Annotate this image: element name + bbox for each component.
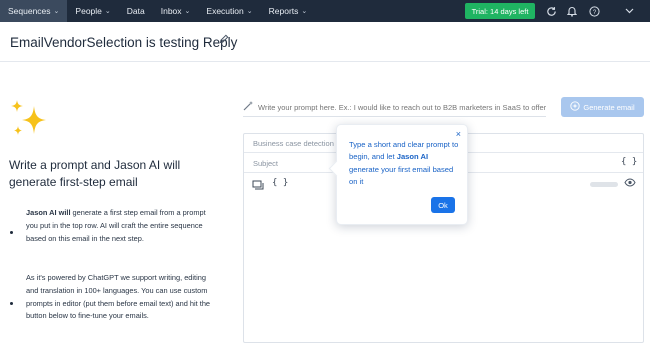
pencil-edit-icon[interactable] <box>219 34 229 47</box>
nav-inbox-label: Inbox <box>160 6 182 16</box>
trial-badge-button[interactable]: Trial: 14 days left <box>465 3 535 19</box>
eye-icon[interactable] <box>624 178 636 190</box>
nav-execution[interactable]: Execution ⌄ <box>198 0 260 22</box>
template-icon[interactable] <box>252 178 264 196</box>
bullet-dot <box>10 302 13 305</box>
nav-inbox[interactable]: Inbox ⌄ <box>153 0 199 22</box>
nav-sequences-label: Sequences <box>8 6 51 16</box>
bell-icon[interactable] <box>564 3 580 19</box>
chevron-down-icon: ⌄ <box>184 8 191 15</box>
ok-button[interactable]: Ok <box>431 197 455 213</box>
refresh-icon[interactable] <box>543 3 559 19</box>
tooltip-text: Type a short and clear prompt to begin, … <box>349 139 459 189</box>
promo-paragraph-2: As it's powered by ChatGPT we support wr… <box>26 273 211 321</box>
generate-email-label: Generate email <box>583 102 635 112</box>
promo-para1-bold: Jason AI will <box>26 208 71 217</box>
nav-people-label: People <box>75 6 102 16</box>
body-variables-icon[interactable]: { } <box>272 178 288 188</box>
help-icon[interactable]: ? <box>586 3 602 19</box>
nav-reports[interactable]: Reports ⌄ <box>261 0 316 22</box>
svg-text:?: ? <box>592 8 596 15</box>
nav-data-label: Data <box>126 6 145 16</box>
account-chevron-down-icon[interactable] <box>621 3 637 19</box>
subject-variables-icon[interactable]: { } <box>621 157 637 167</box>
preview-toggle[interactable] <box>590 182 618 187</box>
onboarding-tooltip: × Type a short and clear prompt to begin… <box>336 124 468 225</box>
chevron-down-icon: ⌄ <box>53 8 60 15</box>
nav-data[interactable]: Data <box>119 0 153 22</box>
tooltip-text-bold: Jason AI <box>396 152 429 162</box>
prompt-input[interactable] <box>258 100 546 114</box>
generate-sparkle-icon <box>570 101 581 113</box>
nav-execution-label: Execution <box>206 6 244 16</box>
nav-people[interactable]: People ⌄ <box>67 0 118 22</box>
chevron-down-icon: ⌄ <box>246 8 253 15</box>
subject-field[interactable]: Subject <box>253 159 278 168</box>
chevron-down-icon: ⌄ <box>104 8 111 15</box>
page-header: EmailVendorSelection is testing Reply <box>0 22 650 62</box>
magic-wand-icon <box>243 100 254 114</box>
generate-email-button[interactable]: Generate email <box>561 97 644 117</box>
sparkles-icon <box>10 100 50 140</box>
page-title: EmailVendorSelection is testing Reply <box>10 35 238 50</box>
promo-paragraph-1: Jason AI will generate a first step emai… <box>26 207 216 245</box>
bullet-dot <box>10 231 13 234</box>
promo-title: Write a prompt and Jason AI will generat… <box>9 158 181 189</box>
prompt-row <box>243 97 546 117</box>
tooltip-text-end: generate your first email based on it <box>349 164 454 187</box>
nav-sequences[interactable]: Sequences ⌄ <box>0 0 68 22</box>
chevron-down-icon: ⌄ <box>301 8 308 15</box>
close-icon[interactable]: × <box>456 129 461 139</box>
nav-reports-label: Reports <box>268 6 299 16</box>
business-case-label: Business case detection <box>253 139 334 148</box>
